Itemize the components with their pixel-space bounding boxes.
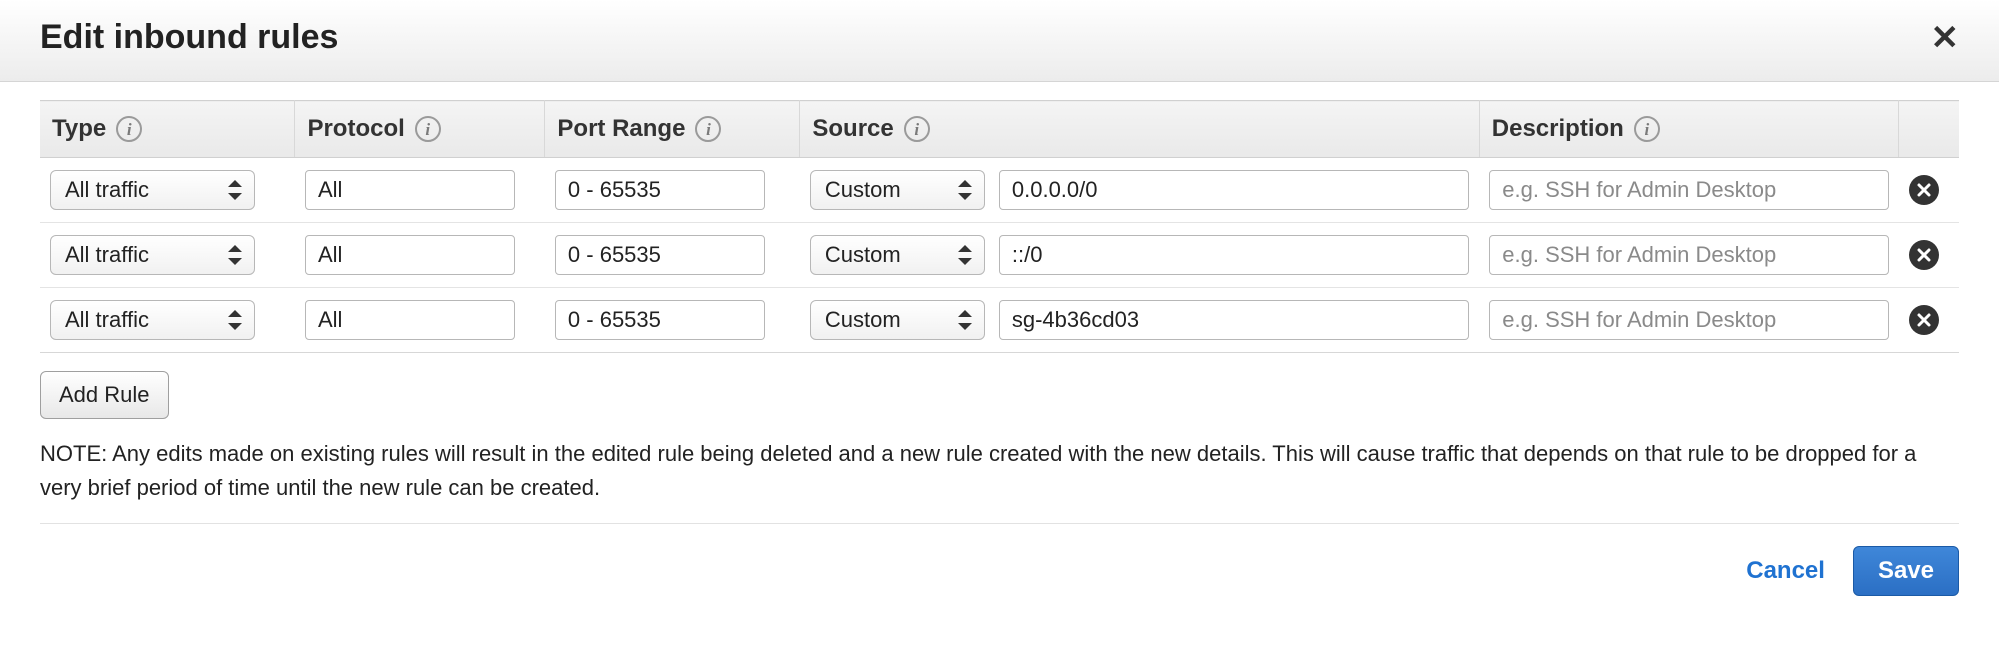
save-button[interactable]: Save [1853,546,1959,596]
info-icon[interactable]: i [695,116,721,142]
protocol-input[interactable] [305,300,515,340]
delete-rule-button[interactable] [1909,305,1939,335]
port-range-input[interactable] [555,170,765,210]
col-header-type: Typei [40,101,295,158]
chevron-updown-icon [958,310,972,330]
delete-rule-button[interactable] [1909,175,1939,205]
col-header-description-label: Description [1492,115,1624,143]
cancel-button[interactable]: Cancel [1746,557,1825,585]
description-input[interactable] [1489,235,1889,275]
col-header-port-range: Port Range i [545,101,800,158]
chevron-updown-icon [958,180,972,200]
col-header-protocol: Protocol i [295,101,545,158]
source-mode-value: Custom [825,307,901,332]
delete-rule-button[interactable] [1909,240,1939,270]
source-input[interactable] [999,300,1469,340]
close-icon [1916,247,1932,263]
col-header-source-label: Source [812,115,893,143]
note-text: NOTE: Any edits made on existing rules w… [40,437,1959,524]
col-header-port-range-label: Port Range [557,115,685,143]
below-table-area: Add Rule NOTE: Any edits made on existin… [40,353,1959,524]
info-icon[interactable]: i [1634,116,1660,142]
modal-body: Typei Protocoli Port Rangei Sourcei Desc… [0,100,1999,524]
close-icon [1916,182,1932,198]
chevron-updown-icon [228,310,242,330]
rules-table: Typei Protocoli Port Rangei Sourcei Desc… [40,100,1959,353]
port-range-input[interactable] [555,235,765,275]
col-header-type-label: Type [52,115,106,143]
modal-footer: Cancel Save [0,524,1999,618]
modal-title: Edit inbound rules [40,18,338,57]
type-select-value: All traffic [65,307,149,332]
chevron-updown-icon [228,180,242,200]
col-header-description: Description i [1479,101,1899,158]
edit-inbound-rules-modal: Edit inbound rules ✕ Typei Protocoli Por… [0,0,1999,618]
col-header-source: Sourcei [800,101,1479,158]
source-mode-value: Custom [825,177,901,202]
info-icon[interactable]: i [415,116,441,142]
protocol-input[interactable] [305,170,515,210]
close-icon [1916,312,1932,328]
table-row: All traffic Custom [40,158,1959,223]
close-icon[interactable]: ✕ [1931,21,1960,55]
type-select[interactable]: All traffic [50,235,255,275]
type-select-value: All traffic [65,242,149,267]
protocol-input[interactable] [305,235,515,275]
type-select[interactable]: All traffic [50,170,255,210]
source-mode-value: Custom [825,242,901,267]
type-select-value: All traffic [65,177,149,202]
info-icon[interactable]: i [904,116,930,142]
col-header-delete [1899,101,1959,158]
source-input[interactable] [999,170,1469,210]
col-header-protocol-label: Protocol [307,115,404,143]
source-mode-select[interactable]: Custom [810,300,985,340]
port-range-input[interactable] [555,300,765,340]
info-icon[interactable]: i [116,116,142,142]
modal-header: Edit inbound rules ✕ [0,0,1999,82]
description-input[interactable] [1489,300,1889,340]
type-select[interactable]: All traffic [50,300,255,340]
add-rule-button[interactable]: Add Rule [40,371,169,419]
table-header-row: Typei Protocoli Port Rangei Sourcei Desc… [40,101,1959,158]
table-row: All traffic Custom [40,223,1959,288]
chevron-updown-icon [958,245,972,265]
description-input[interactable] [1489,170,1889,210]
source-mode-select[interactable]: Custom [810,170,985,210]
source-input[interactable] [999,235,1469,275]
source-mode-select[interactable]: Custom [810,235,985,275]
table-row: All traffic Custom [40,288,1959,353]
chevron-updown-icon [228,245,242,265]
